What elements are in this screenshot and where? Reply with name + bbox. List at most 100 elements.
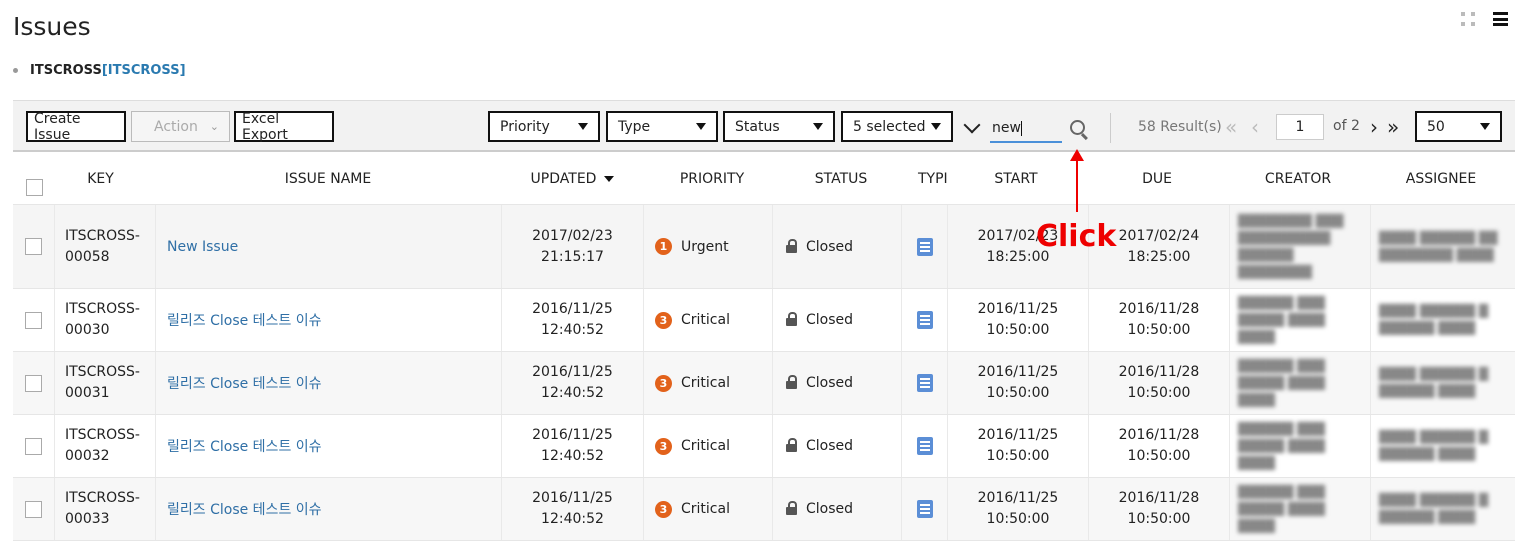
expand-filters-icon[interactable] [963, 116, 981, 134]
issue-name-link[interactable]: New Issue [167, 239, 238, 255]
issue-name-cell: 릴리즈 Close 테스트 이슈 [156, 478, 502, 540]
status-filter-label: Status [735, 118, 780, 135]
col-priority[interactable]: PRIORITY [644, 153, 780, 204]
issue-toolbar: Create Issue Action ⌄ Excel Export Priori… [13, 100, 1515, 152]
priority-label: Critical [681, 438, 730, 454]
create-issue-button[interactable]: Create Issue [26, 110, 126, 143]
document-icon [916, 311, 933, 329]
lock-icon [786, 375, 797, 389]
caret-down-icon [696, 123, 706, 130]
col-assignee[interactable]: ASSIGNEE [1371, 153, 1511, 204]
row-select-cell [13, 289, 55, 351]
issue-name-link[interactable]: 릴리즈 Close 테스트 이슈 [167, 436, 322, 456]
status-cell: Closed [773, 478, 902, 540]
first-page-icon[interactable]: « [1225, 117, 1237, 137]
issue-key-prefix: ITSCROSS- [65, 364, 140, 380]
updated-cell: 2016/11/25 12:40:52 [502, 415, 644, 477]
select-all-checkbox[interactable] [25, 179, 43, 196]
row-checkbox[interactable] [25, 437, 42, 455]
due-cell: 2016/11/28 10:50:00 [1089, 478, 1230, 540]
hamburger-menu-icon[interactable] [1493, 12, 1508, 26]
col-issue-name[interactable]: ISSUE NAME [156, 153, 500, 204]
table-row[interactable]: ITSCROSS- 00031 릴리즈 Close 테스트 이슈 2016/11/… [13, 352, 1515, 415]
issue-key-number: 00031 [65, 385, 110, 401]
due-date: 2016/11/28 [1118, 364, 1200, 380]
issue-name-cell: 릴리즈 Close 테스트 이슈 [156, 352, 502, 414]
status-cell: Closed [773, 289, 902, 351]
issue-name-link[interactable]: 릴리즈 Close 테스트 이슈 [167, 499, 322, 519]
updated-cell: 2017/02/23 21:15:17 [502, 205, 644, 288]
lock-icon [786, 438, 797, 452]
excel-export-button[interactable]: Excel Export [234, 111, 334, 143]
table-row[interactable]: ITSCROSS- 00033 릴리즈 Close 테스트 이슈 2016/11/… [13, 478, 1515, 541]
assignee-name-redacted: ████ ██████ ██ ████████ ████ [1379, 230, 1498, 262]
table-row[interactable]: ITSCROSS- 00058 New Issue 2017/02/23 21:15… [13, 205, 1515, 289]
page-of-label: of 2 [1333, 118, 1360, 134]
prev-page-icon[interactable]: ‹ [1251, 117, 1259, 137]
creator-name-redacted: ██████ ███ █████ ████ ████ [1238, 484, 1325, 533]
priority-label: Critical [681, 501, 730, 517]
row-checkbox[interactable] [25, 374, 42, 392]
page-number-input[interactable]: 1 [1276, 114, 1324, 140]
issue-key: ITSCROSS- 00030 [55, 289, 156, 351]
col-creator[interactable]: CREATOR [1230, 153, 1366, 204]
status-cell: Closed [773, 352, 902, 414]
updated-time: 12:40:52 [541, 385, 604, 401]
priority-filter[interactable]: Priority [488, 111, 600, 142]
table-row[interactable]: ITSCROSS- 00032 릴리즈 Close 테스트 이슈 2016/11/… [13, 415, 1515, 478]
issue-name-link[interactable]: 릴리즈 Close 테스트 이슈 [167, 310, 322, 330]
row-select-cell [13, 415, 55, 477]
issue-key: ITSCROSS- 00031 [55, 352, 156, 414]
updated-time: 12:40:52 [541, 322, 604, 338]
row-checkbox[interactable] [25, 238, 42, 255]
priority-badge-icon: 1 [655, 238, 672, 255]
assignee-name-redacted: ████ ██████ █ ██████ ████ [1379, 367, 1489, 398]
assignee-cell: ████ ██████ █ ██████ ████ [1371, 289, 1515, 351]
search-icon[interactable] [1070, 120, 1085, 135]
type-filter[interactable]: Type [606, 111, 718, 142]
start-date: 2016/11/25 [977, 490, 1059, 506]
result-count: 58 Result(s) [1138, 119, 1222, 135]
start-cell: 2016/11/25 10:50:00 [948, 415, 1089, 477]
col-type[interactable]: TYPI [902, 153, 948, 204]
status-cell: Closed [773, 205, 902, 288]
creator-cell: ████████ ███ ██████████ ██████ ████████ [1230, 205, 1371, 288]
col-key[interactable]: KEY [55, 153, 146, 204]
last-page-icon[interactable]: » [1387, 117, 1399, 137]
page-size-select[interactable]: 50 [1415, 111, 1502, 142]
updated-cell: 2016/11/25 12:40:52 [502, 289, 644, 351]
due-date: 2016/11/28 [1118, 301, 1200, 317]
start-cell: 2016/11/25 10:50:00 [948, 289, 1089, 351]
create-issue-label: Create Issue [34, 110, 81, 143]
search-input[interactable]: new [990, 115, 1062, 143]
row-checkbox[interactable] [25, 500, 42, 518]
table-row[interactable]: ITSCROSS- 00030 릴리즈 Close 테스트 이슈 2016/11/… [13, 289, 1515, 352]
grid-view-icon[interactable] [1461, 12, 1475, 26]
status-filter[interactable]: Status [723, 111, 835, 142]
status-label: Closed [806, 375, 854, 391]
col-updated[interactable]: UPDATED [502, 153, 643, 204]
status-cell: Closed [773, 415, 902, 477]
project-code-link[interactable]: [ITSCROSS] [102, 63, 186, 78]
bullet-icon [13, 68, 18, 73]
multi-select-label: 5 selected [853, 118, 926, 135]
updated-date: 2017/02/23 [532, 227, 613, 244]
issue-key-prefix: ITSCROSS- [65, 427, 140, 443]
col-start[interactable]: START [948, 153, 1084, 204]
multi-select-filter[interactable]: 5 selected [841, 111, 953, 142]
col-status[interactable]: STATUS [773, 153, 909, 204]
issue-name-cell: 릴리즈 Close 테스트 이슈 [156, 289, 502, 351]
next-page-icon[interactable]: › [1370, 117, 1378, 137]
col-updated-label: UPDATED [530, 170, 597, 187]
due-time: 10:50:00 [1127, 511, 1191, 527]
col-due[interactable]: DUE [1089, 153, 1225, 204]
row-checkbox[interactable] [25, 311, 42, 329]
due-date: 2016/11/28 [1118, 427, 1200, 443]
project-name: ITSCROSS [30, 63, 102, 78]
updated-time: 12:40:52 [541, 511, 604, 527]
creator-cell: ██████ ███ █████ ████ ████ [1230, 415, 1371, 477]
project-breadcrumb: ITSCROSS [ITSCROSS] [13, 63, 186, 78]
issue-key: ITSCROSS- 00032 [55, 415, 156, 477]
issue-name-link[interactable]: 릴리즈 Close 테스트 이슈 [167, 373, 322, 393]
action-dropdown[interactable]: Action ⌄ [131, 111, 230, 142]
